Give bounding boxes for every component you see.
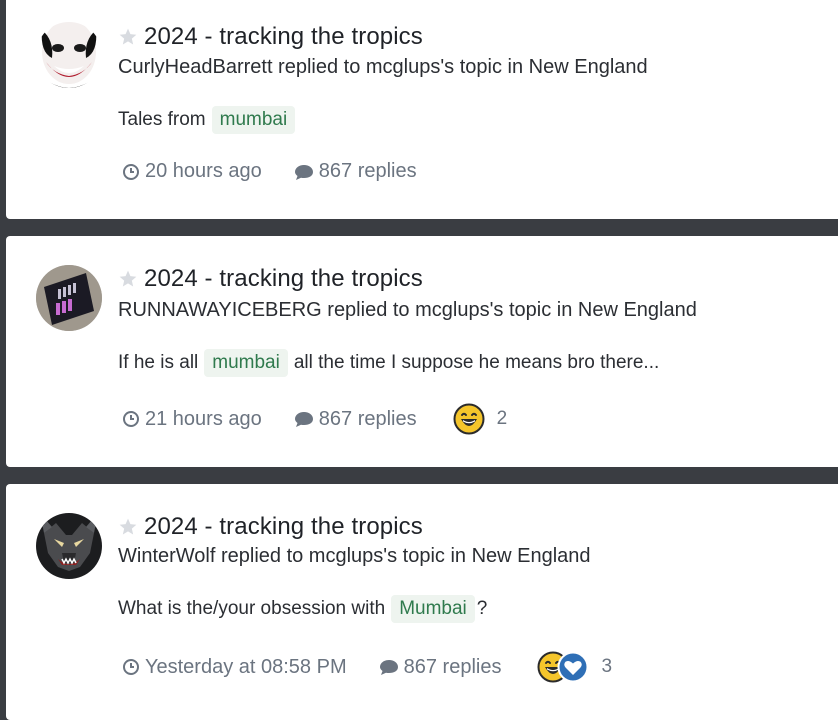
star-icon[interactable] [118, 27, 138, 47]
activity-feed: 2024 - tracking the tropics CurlyHeadBar… [0, 0, 838, 720]
activity-item: 2024 - tracking the tropics CurlyHeadBar… [6, 0, 838, 219]
topic-title[interactable]: 2024 - tracking the tropics [144, 23, 423, 51]
timestamp[interactable]: 20 hours ago [122, 160, 262, 183]
activity-stats: 20 hours ago 867 replies [122, 160, 453, 183]
topic-title-row: 2024 - tracking the tropics [118, 265, 423, 293]
avatar[interactable] [36, 265, 102, 331]
avatar[interactable] [36, 513, 102, 579]
replies-count[interactable]: 867 replies [294, 160, 417, 183]
clock-icon [123, 411, 139, 427]
snippet-text: If he is all [118, 352, 199, 373]
timestamp-text: Yesterday at 08:58 PM [145, 655, 347, 678]
snippet-text: What is the/your obsession with [118, 598, 386, 619]
snippet-text-after: ? [476, 598, 488, 619]
reaction-count: 2 [496, 408, 508, 429]
avatar[interactable] [36, 22, 102, 88]
activity-stats: 21 hours ago 867 replies 2 [122, 403, 507, 435]
post-snippet: If he is all mumbai all the time I suppo… [118, 349, 659, 377]
star-icon[interactable] [118, 269, 138, 289]
timestamp[interactable]: 21 hours ago [122, 408, 262, 431]
activity-meta: CurlyHeadBarrett replied to mcglups's to… [118, 56, 648, 78]
activity-item: 2024 - tracking the tropics WinterWolf r… [6, 484, 838, 720]
activity-meta: RUNNAWAYICEBERG replied to mcglups's top… [118, 299, 697, 321]
heart-reaction-icon [557, 651, 589, 683]
comment-icon [379, 660, 398, 675]
laughing-emoji-icon [453, 403, 485, 435]
comment-icon [294, 164, 313, 180]
topic-title-row: 2024 - tracking the tropics [118, 23, 423, 51]
timestamp[interactable]: Yesterday at 08:58 PM [122, 656, 347, 679]
reaction-count: 3 [601, 656, 613, 677]
topic-title-row: 2024 - tracking the tropics [118, 513, 423, 541]
post-snippet: Tales from mumbai [118, 106, 301, 134]
star-icon[interactable] [118, 517, 138, 537]
activity-meta: WinterWolf replied to mcglups's topic in… [118, 545, 591, 567]
activity-item: 2024 - tracking the tropics RUNNAWAYICEB… [6, 236, 838, 467]
clock-icon [123, 659, 139, 675]
clock-icon [123, 163, 139, 180]
tag-mumbai[interactable]: Mumbai [391, 595, 475, 623]
timestamp-text: 21 hours ago [145, 407, 262, 430]
activity-stats: Yesterday at 08:58 PM 867 replies 3 [122, 651, 612, 683]
reactions-summary[interactable]: 2 [453, 403, 508, 435]
post-snippet: What is the/your obsession with Mumbai ? [118, 595, 487, 623]
replies-count[interactable]: 867 replies [379, 655, 502, 679]
tag-mumbai[interactable]: mumbai [204, 349, 288, 377]
comment-icon [294, 412, 313, 427]
reactions-summary[interactable]: 3 [537, 651, 612, 683]
replies-text: 867 replies [318, 407, 417, 430]
topic-title[interactable]: 2024 - tracking the tropics [144, 513, 423, 541]
replies-text: 867 replies [318, 160, 417, 182]
snippet-text-after: all the time I suppose he means bro ther… [293, 352, 660, 373]
replies-count[interactable]: 867 replies [294, 408, 417, 431]
topic-title[interactable]: 2024 - tracking the tropics [144, 265, 423, 293]
replies-text: 867 replies [403, 655, 502, 678]
tag-mumbai[interactable]: mumbai [211, 106, 296, 134]
timestamp-text: 20 hours ago [145, 160, 262, 182]
snippet-text: Tales from [118, 109, 206, 130]
